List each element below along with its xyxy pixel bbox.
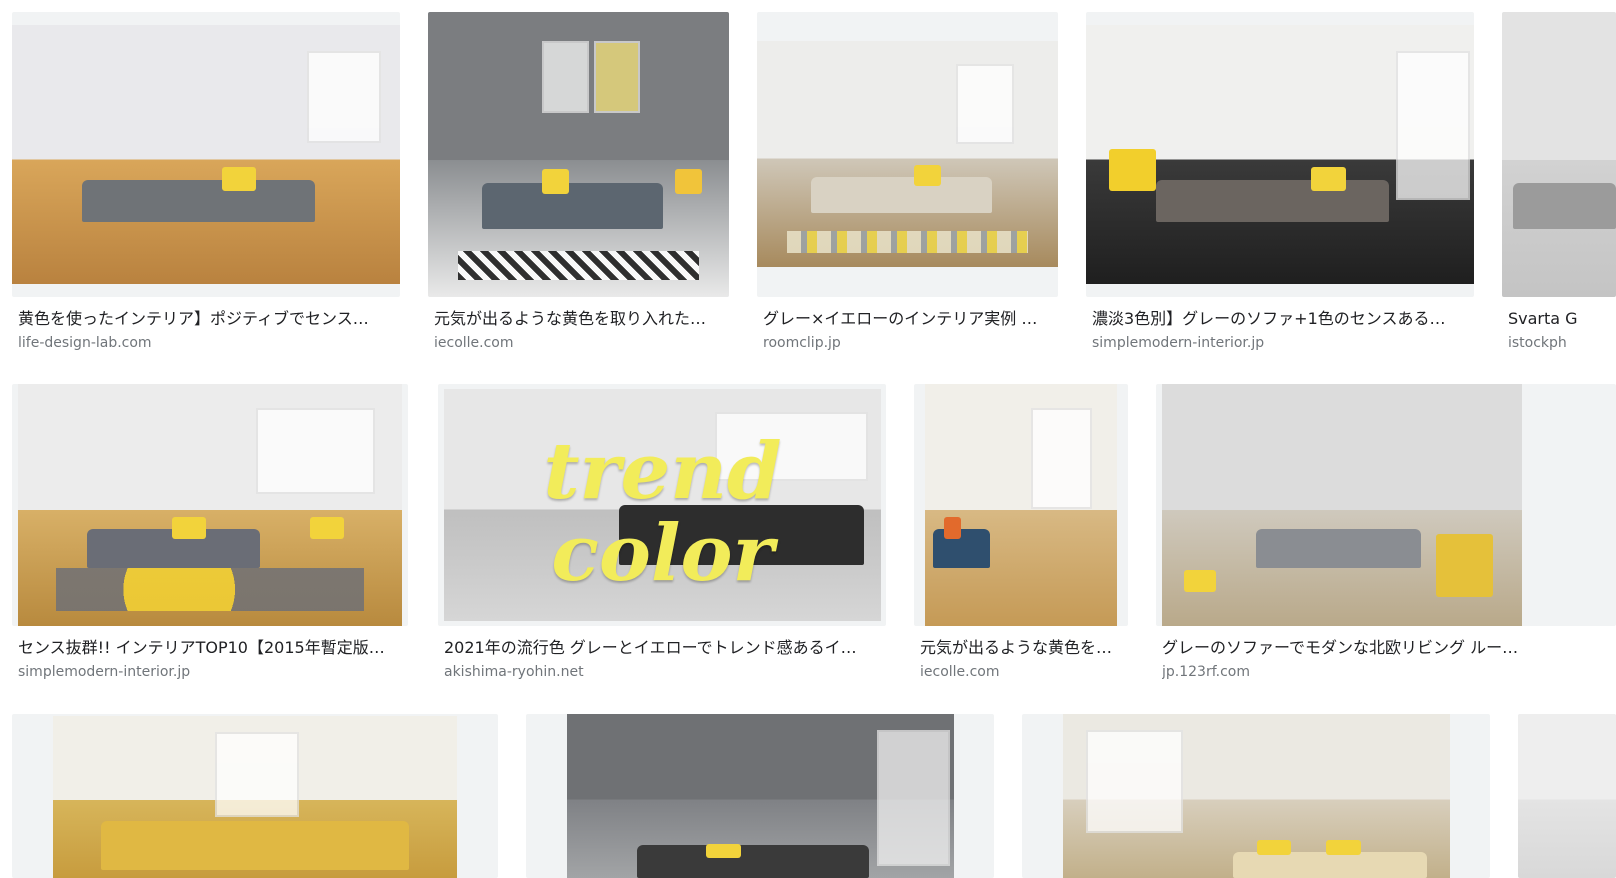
result-title[interactable]: Svarta G [1508, 309, 1616, 329]
result-card[interactable]: センス抜群!! インテリアTOP10【2015年暫定版… simplemoder… [12, 384, 408, 684]
result-site[interactable]: iecolle.com [434, 334, 723, 352]
result-thumbnail[interactable] [1502, 12, 1616, 297]
image-overlay-text: color [551, 508, 774, 599]
result-site[interactable]: iecolle.com [920, 663, 1122, 681]
result-card[interactable]: trend color 2021年の流行色 グレーとイエローでトレンド感あるイ…… [438, 384, 886, 684]
room-image [1518, 714, 1616, 878]
result-thumbnail[interactable]: trend color [438, 384, 886, 626]
result-site[interactable]: jp.123rf.com [1162, 663, 1538, 681]
room-image [12, 25, 400, 284]
result-title[interactable]: 元気が出るような黄色を取り入れた… [434, 309, 723, 329]
result-thumbnail[interactable] [1156, 384, 1616, 626]
result-card[interactable] [526, 714, 994, 878]
result-card[interactable]: 元気が出るような黄色を… iecolle.com [914, 384, 1128, 684]
room-image [1502, 12, 1616, 297]
room-image [1063, 714, 1450, 878]
result-card[interactable] [1022, 714, 1490, 878]
result-thumbnail[interactable] [526, 714, 994, 878]
result-thumbnail[interactable] [1086, 12, 1474, 297]
result-title[interactable]: 濃淡3色別】グレーのソファ+1色のセンスある… [1092, 309, 1468, 329]
room-image [925, 384, 1117, 626]
result-card[interactable] [1518, 714, 1616, 878]
image-overlay-text: trend [543, 426, 782, 517]
result-thumbnail[interactable] [428, 12, 729, 297]
room-image [757, 41, 1058, 267]
room-image: trend color [444, 389, 881, 621]
result-title[interactable]: グレー×イエローのインテリア実例 … [763, 309, 1052, 329]
result-site[interactable]: life-design-lab.com [18, 334, 394, 352]
result-title[interactable]: 元気が出るような黄色を… [920, 638, 1122, 658]
result-site[interactable]: istockph [1508, 334, 1616, 352]
room-image [53, 716, 457, 878]
result-card[interactable]: グレーのソファーでモダンな北欧リビング ルー… jp.123rf.com [1156, 384, 1616, 684]
result-thumbnail[interactable] [12, 384, 408, 626]
result-card[interactable]: 元気が出るような黄色を取り入れた… iecolle.com [428, 12, 729, 362]
result-thumbnail[interactable] [1518, 714, 1616, 878]
result-thumbnail[interactable] [757, 12, 1058, 297]
result-site[interactable]: simplemodern-interior.jp [18, 663, 402, 681]
result-card[interactable]: 濃淡3色別】グレーのソファ+1色のセンスある… simplemodern-int… [1086, 12, 1474, 362]
result-title[interactable]: 黄色を使ったインテリア】ポジティブでセンス… [18, 309, 394, 329]
room-image [1086, 25, 1474, 284]
result-thumbnail[interactable] [12, 12, 400, 297]
room-image [428, 12, 729, 297]
result-card[interactable]: グレー×イエローのインテリア実例 … roomclip.jp [757, 12, 1058, 362]
room-image [567, 714, 954, 878]
result-title[interactable]: 2021年の流行色 グレーとイエローでトレンド感あるイ… [444, 638, 880, 658]
room-image [1162, 384, 1522, 626]
result-card[interactable]: 黄色を使ったインテリア】ポジティブでセンス… life-design-lab.c… [12, 12, 400, 362]
room-image [18, 384, 402, 626]
result-title[interactable]: センス抜群!! インテリアTOP10【2015年暫定版… [18, 638, 402, 658]
result-thumbnail[interactable] [914, 384, 1128, 626]
result-title[interactable]: グレーのソファーでモダンな北欧リビング ルー… [1162, 638, 1538, 658]
result-thumbnail[interactable] [12, 714, 498, 878]
result-site[interactable]: akishima-ryohin.net [444, 663, 880, 681]
result-site[interactable]: roomclip.jp [763, 334, 1052, 352]
result-thumbnail[interactable] [1022, 714, 1490, 878]
result-card[interactable]: Svarta G istockph [1502, 12, 1616, 362]
result-site[interactable]: simplemodern-interior.jp [1092, 334, 1468, 352]
result-card[interactable] [12, 714, 498, 878]
